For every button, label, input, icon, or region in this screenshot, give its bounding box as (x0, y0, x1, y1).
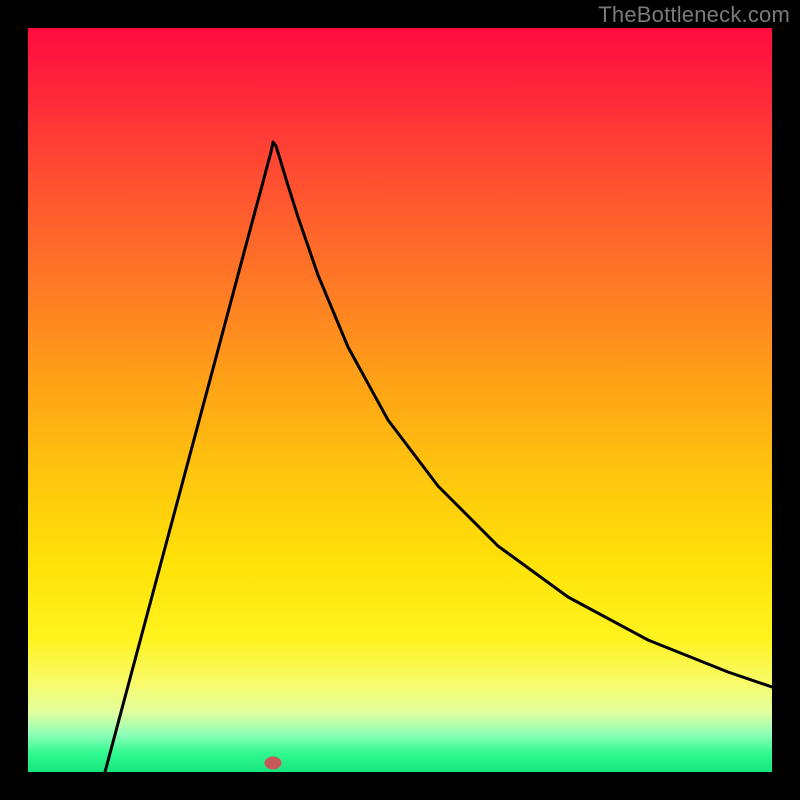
chart-frame: TheBottleneck.com (0, 0, 800, 800)
plot-area (28, 28, 772, 772)
watermark-text: TheBottleneck.com (598, 2, 790, 28)
optimal-marker (265, 757, 282, 770)
bottleneck-curve (28, 28, 772, 772)
